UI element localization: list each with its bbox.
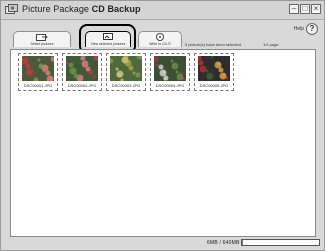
app-window: Picture Package CD Backup – □ × Help ? S… xyxy=(0,0,325,251)
step-write-label: Write to CD-R xyxy=(149,42,171,46)
minimize-button[interactable]: – xyxy=(289,4,299,14)
monitor-view-icon xyxy=(103,33,113,40)
thumbnail-image xyxy=(198,56,230,81)
close-button[interactable]: × xyxy=(311,4,321,14)
app-icon xyxy=(5,4,18,14)
step-view-label: View selected pictures xyxy=(90,42,126,46)
thumbnail-filename: DSC00002.JPG xyxy=(67,83,97,88)
thumbnail-image xyxy=(22,56,54,81)
window-controls: – □ × xyxy=(289,4,321,14)
thumbnail-filename: DSC00005.JPG xyxy=(199,83,229,88)
window-title-prefix: Picture Package xyxy=(22,4,90,14)
thumbnail-area: DSC00001.JPG DSC00002.JPG DSC00003.JPG DSC0… xyxy=(10,49,316,237)
folder-arrow-icon xyxy=(36,34,48,41)
maximize-button[interactable]: □ xyxy=(300,4,310,14)
capacity-bar-fill xyxy=(242,240,243,245)
page-indicator: 1/1 page xyxy=(263,42,279,47)
thumbnail-item[interactable]: DSC00002.JPG xyxy=(62,53,102,91)
capacity-bar xyxy=(241,239,320,246)
thumbnail-filename: DSC00004.JPG xyxy=(155,83,185,88)
selection-status: 5 picture(s) have been selected. xyxy=(185,42,242,47)
window-title-bold: CD Backup xyxy=(91,4,141,14)
thumbnail-item[interactable]: DSC00005.JPG xyxy=(194,53,234,91)
thumbnail-item[interactable]: DSC00001.JPG xyxy=(18,53,58,91)
thumbnail-list: DSC00001.JPG DSC00002.JPG DSC00003.JPG DSC0… xyxy=(18,53,234,91)
window-title: Picture Package CD Backup xyxy=(22,4,141,14)
thumbnail-image xyxy=(110,56,142,81)
cd-disc-icon xyxy=(156,33,164,41)
thumbnail-filename: DSC00001.JPG xyxy=(23,83,53,88)
capacity-text: 6MB / 640MB xyxy=(207,240,240,246)
title-bar: Picture Package CD Backup – □ × xyxy=(1,1,324,20)
step-view-selected[interactable]: View selected pictures xyxy=(85,31,131,47)
step-select-label: Select pictures xyxy=(30,42,54,46)
step-write-cd[interactable]: Write to CD-R xyxy=(138,31,182,47)
thumbnail-item[interactable]: DSC00003.JPG xyxy=(106,53,146,91)
thumbnail-item[interactable]: DSC00004.JPG xyxy=(150,53,190,91)
thumbnail-image xyxy=(154,56,186,81)
step-select-pictures[interactable]: Select pictures xyxy=(13,31,71,47)
thumbnail-image xyxy=(66,56,98,81)
thumbnail-filename: DSC00003.JPG xyxy=(111,83,141,88)
